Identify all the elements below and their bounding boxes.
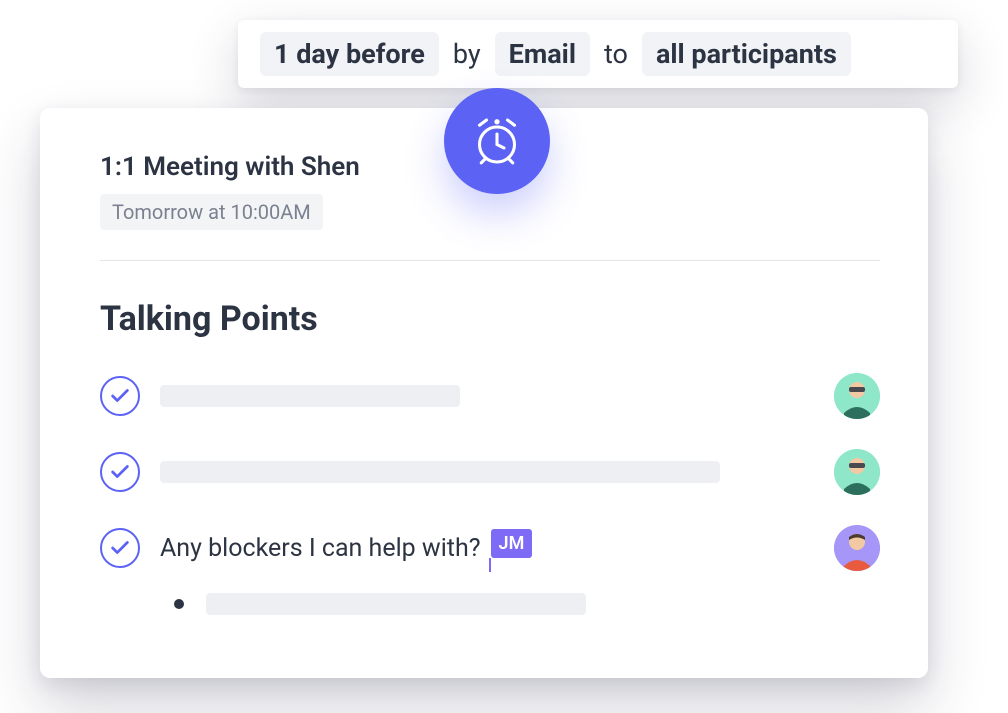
talking-points-list: Any blockers I can help with? JM <box>100 373 880 571</box>
alarm-clock-icon <box>444 88 550 194</box>
redacted-text-placeholder[interactable] <box>206 593 586 615</box>
reminder-method-token[interactable]: Email <box>495 32 590 76</box>
reminder-timing-token[interactable]: 1 day before <box>260 32 439 76</box>
checkbox-checked[interactable] <box>100 528 140 568</box>
reminder-by-label: by <box>453 38 481 70</box>
checkbox-checked[interactable] <box>100 376 140 416</box>
avatar[interactable] <box>834 525 880 571</box>
meeting-card: 1:1 Meeting with Shen Tomorrow at 10:00A… <box>40 108 928 678</box>
checkbox-checked[interactable] <box>100 452 140 492</box>
section-title: Talking Points <box>100 299 880 339</box>
reminder-bar: 1 day before by Email to all participant… <box>238 20 958 88</box>
talking-point-content[interactable]: Any blockers I can help with? JM <box>160 529 814 568</box>
divider <box>100 260 880 261</box>
redacted-text-placeholder <box>160 461 720 483</box>
meeting-time-badge: Tomorrow at 10:00AM <box>100 194 323 230</box>
reminder-recipients-token[interactable]: all participants <box>642 32 851 76</box>
bullet-icon <box>174 599 184 609</box>
avatar[interactable] <box>834 373 880 419</box>
avatar[interactable] <box>834 449 880 495</box>
talking-point-row: Any blockers I can help with? JM <box>100 525 880 571</box>
talking-point-content[interactable] <box>160 461 814 483</box>
flag-badge[interactable]: JM <box>491 529 533 558</box>
talking-point-row <box>100 373 880 419</box>
talking-point-row <box>100 449 880 495</box>
redacted-text-placeholder <box>160 385 460 407</box>
talking-point-text: Any blockers I can help with? <box>160 534 481 563</box>
reminder-to-label: to <box>604 38 628 70</box>
talking-point-content[interactable] <box>160 385 814 407</box>
sub-bullet-row <box>174 593 880 615</box>
